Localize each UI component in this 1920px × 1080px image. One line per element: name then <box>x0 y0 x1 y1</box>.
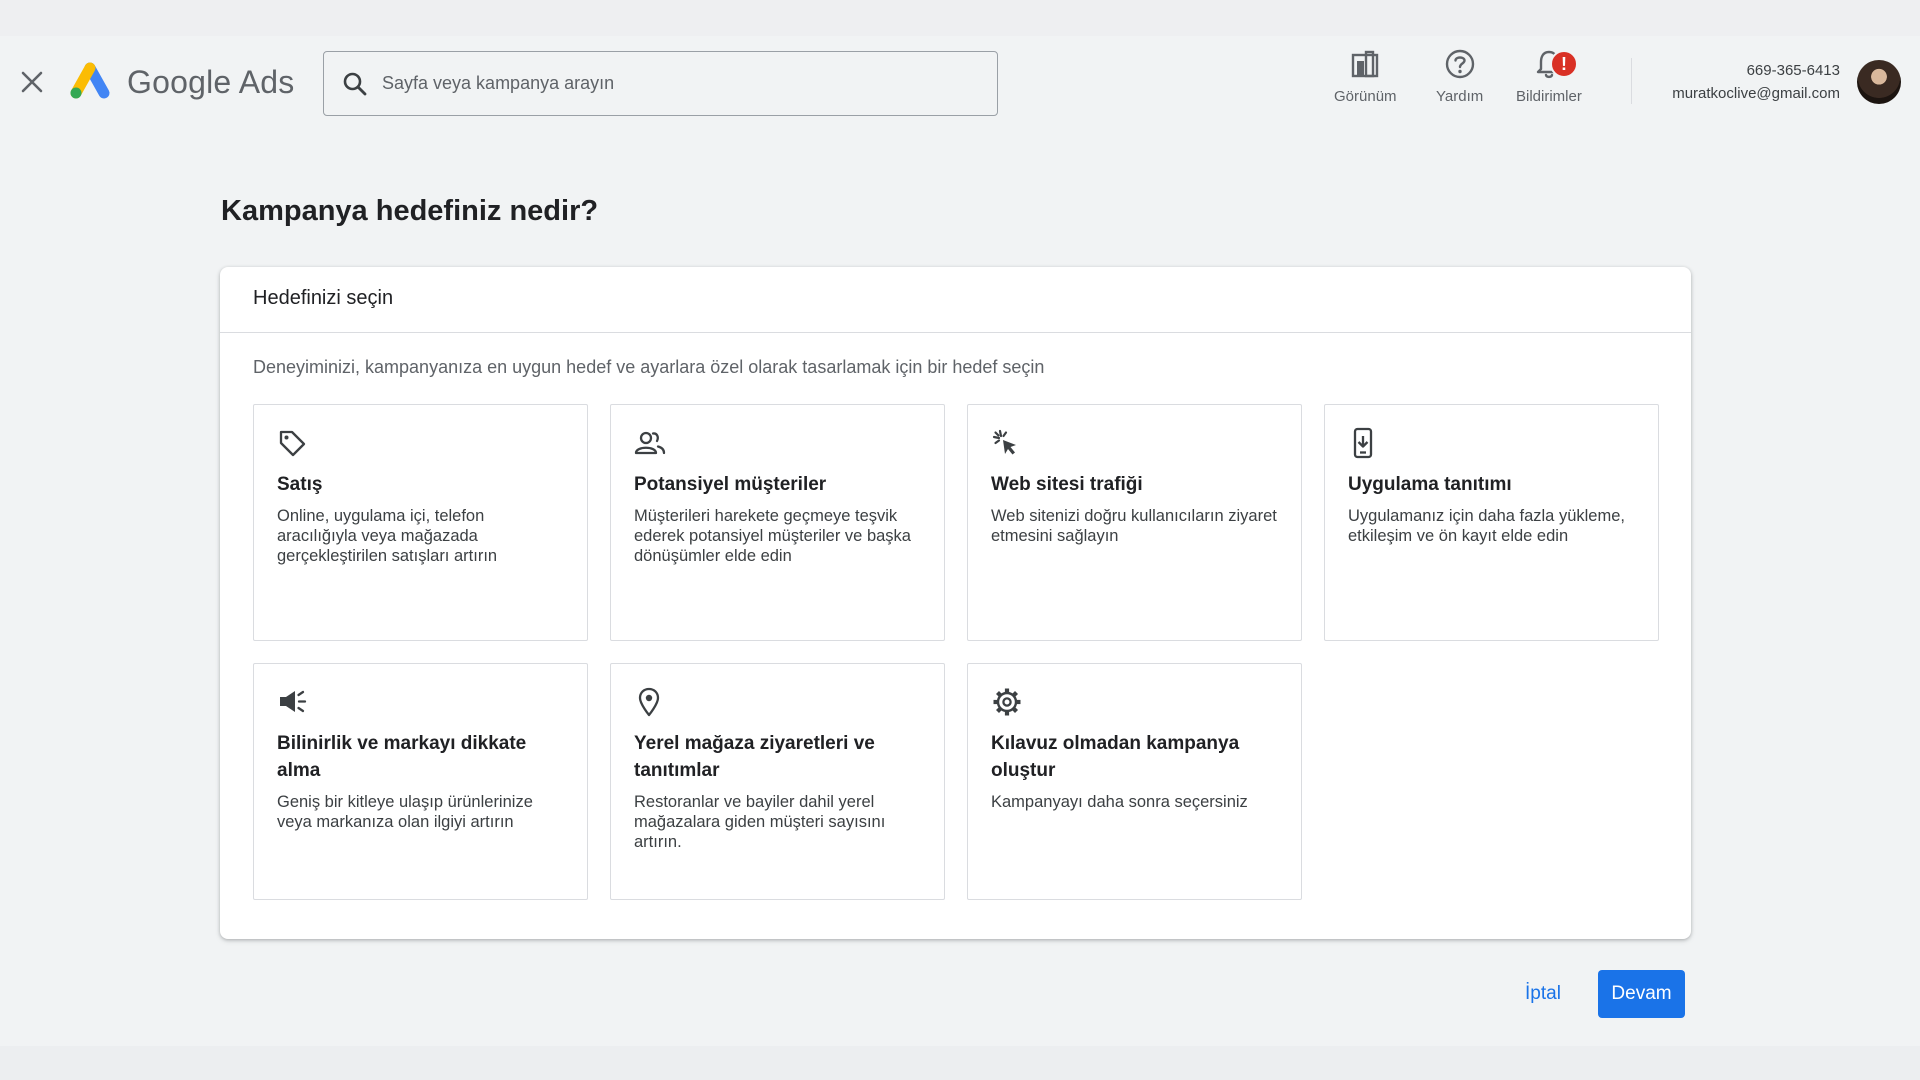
account-info[interactable]: 669-365-6413 muratkoclive@gmail.com <box>1640 62 1840 102</box>
goal-option-title: Potansiyel müşteriler <box>634 474 827 495</box>
goal-option-title: Yerel mağaza ziyaretleri ve tanıtımlar <box>634 733 875 781</box>
help-button[interactable]: Yardım <box>1436 46 1483 105</box>
help-label: Yardım <box>1436 88 1484 105</box>
header-divider <box>1631 58 1632 104</box>
google-ads-logo <box>70 62 110 99</box>
avatar[interactable] <box>1857 60 1901 104</box>
goal-option-text: Geniş bir kitleye ulaşıp ürünlerinize ve… <box>277 793 533 831</box>
goal-option-leads[interactable]: Potansiyel müşteriler Müşterileri hareke… <box>610 404 945 641</box>
appearance-button[interactable]: Görünüm <box>1334 46 1397 105</box>
goal-option-text: Müşterileri harekete geçmeye teşvik eder… <box>634 507 911 565</box>
help-icon <box>1445 49 1474 79</box>
top-strip <box>0 0 1920 36</box>
megaphone-icon <box>280 690 307 713</box>
goal-option-text: Restoranlar ve bayiler dahil yerel mağaz… <box>634 793 886 851</box>
close-button[interactable] <box>14 64 50 100</box>
goal-option-title: Uygulama tanıtımı <box>1348 474 1512 495</box>
appearance-label: Görünüm <box>1334 88 1397 105</box>
goal-option-local-store[interactable]: Yerel mağaza ziyaretleri ve tanıtımlar R… <box>610 663 945 900</box>
goal-option-app-promotion[interactable]: Uygulama tanıtımı Uygulamanız için daha … <box>1324 404 1659 641</box>
search-icon <box>343 72 367 95</box>
goal-option-website-traffic[interactable]: Web sitesi trafiği Web sitenizi doğru ku… <box>967 404 1302 641</box>
goal-option-text: Uygulamanız için daha fazla yükleme, etk… <box>1348 507 1625 545</box>
goal-card: Hedefinizi seçin Deneyiminizi, kampanyan… <box>220 267 1691 939</box>
notification-badge: ! <box>1550 50 1578 78</box>
phone-download-icon <box>1353 427 1373 459</box>
goal-option-sales[interactable]: Satış Online, uygulama içi, telefon arac… <box>253 404 588 641</box>
cursor-click-icon <box>992 429 1016 455</box>
notifications-label: Bildirimler <box>1516 88 1582 105</box>
page-title: Kampanya hedefiniz nedir? <box>221 195 599 227</box>
goal-option-no-guidance[interactable]: Kılavuz olmadan kampanya oluştur Kampany… <box>967 663 1302 900</box>
bottom-strip <box>0 1046 1920 1080</box>
cancel-button[interactable]: İptal <box>1508 970 1578 1018</box>
location-pin-icon <box>638 687 660 717</box>
goal-option-title: Bilinirlik ve markayı dikkate alma <box>277 733 527 781</box>
goal-option-title: Kılavuz olmadan kampanya oluştur <box>991 733 1240 781</box>
account-email: muratkoclive@gmail.com <box>1672 85 1840 102</box>
search-box[interactable] <box>323 51 998 116</box>
close-icon <box>21 71 43 93</box>
account-phone: 669-365-6413 <box>1746 62 1840 79</box>
people-icon <box>634 431 666 455</box>
goal-option-title: Satış <box>277 474 323 495</box>
gear-icon <box>993 688 1021 716</box>
goal-option-text: Web sitenizi doğru kullanıcıların ziyare… <box>991 507 1277 545</box>
goal-option-title: Web sitesi trafiği <box>991 474 1143 495</box>
notifications-button[interactable]: ! Bildirimler <box>1516 46 1582 105</box>
brand-name: Google Ads <box>127 64 295 100</box>
card-description: Deneyiminizi, kampanyanıza en uygun hede… <box>253 357 1045 377</box>
card-heading: Hedefinizi seçin <box>220 267 1691 333</box>
app-header: Google Ads Görünüm Yardım <box>0 36 1920 130</box>
tag-icon <box>279 430 306 457</box>
continue-button[interactable]: Devam <box>1598 970 1685 1018</box>
search-input[interactable] <box>382 73 962 94</box>
goal-option-awareness[interactable]: Bilinirlik ve markayı dikkate alma Geniş… <box>253 663 588 900</box>
appearance-icon <box>1352 50 1379 78</box>
goal-option-text: Online, uygulama içi, telefon aracılığıy… <box>277 507 498 565</box>
goal-option-text: Kampanyayı daha sonra seçersiniz <box>991 793 1248 811</box>
